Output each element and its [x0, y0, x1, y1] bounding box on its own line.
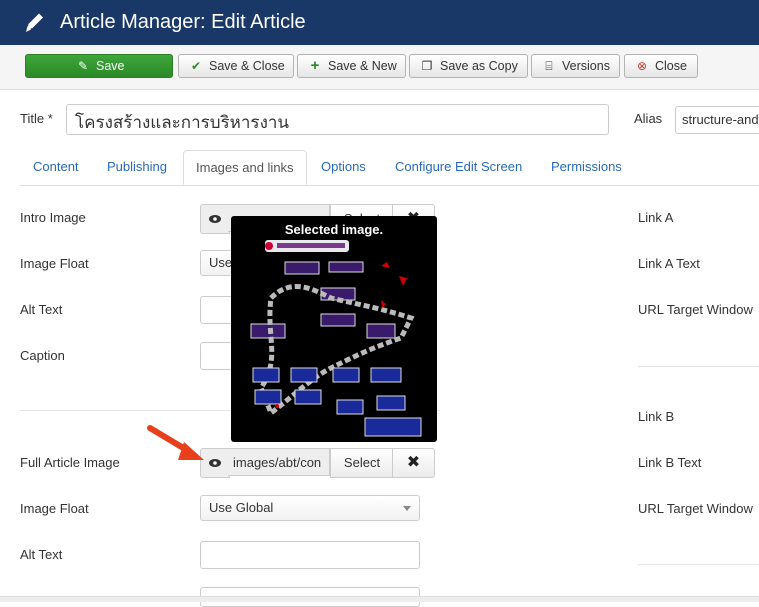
close-button[interactable]: ⊗ Close — [624, 54, 698, 78]
url-target-a-label: URL Target Window — [638, 302, 753, 317]
intro-float-label: Image Float — [20, 256, 89, 271]
archive-icon: ⌸ — [545, 59, 553, 73]
tab-bar: Content Publishing Images and links Opti… — [20, 150, 759, 186]
full-alt-input[interactable] — [200, 541, 420, 569]
tab-images-and-links[interactable]: Images and links — [183, 150, 307, 185]
links-divider — [638, 366, 759, 367]
intro-image-label: Intro Image — [20, 210, 86, 225]
alias-input[interactable]: structure-and — [675, 106, 759, 134]
tab-permissions[interactable]: Permissions — [551, 150, 622, 184]
image-preview — [250, 240, 422, 437]
intro-alt-label: Alt Text — [20, 302, 63, 317]
close-label: Close — [655, 59, 687, 73]
preview-toggle[interactable] — [200, 204, 230, 234]
image-preview-tooltip: Selected image. — [231, 216, 437, 442]
full-alt-label: Alt Text — [20, 547, 63, 562]
full-float-value: Use Global — [209, 500, 274, 515]
plus-icon: + — [310, 57, 320, 74]
tab-content[interactable]: Content — [33, 150, 79, 184]
link-a-text-label: Link A Text — [638, 256, 700, 271]
full-float-label: Image Float — [20, 501, 89, 516]
tooltip-title: Selected image. — [284, 222, 384, 237]
page-header: Article Manager: Edit Article — [0, 0, 759, 45]
checkmark-icon: ✔ — [190, 59, 202, 73]
cancel-icon: ⊗ — [636, 59, 648, 73]
full-image-path[interactable]: images/abt/con — [228, 448, 330, 476]
full-clear-button[interactable]: ✖ — [392, 448, 435, 478]
link-a-label: Link A — [638, 210, 674, 225]
title-label: Title * — [20, 111, 53, 126]
save-new-label: Save & New — [328, 59, 397, 73]
save-label: Save — [96, 59, 125, 73]
pencil-icon — [26, 13, 43, 32]
versions-button[interactable]: ⌸ Versions — [531, 54, 620, 78]
save-copy-button[interactable]: ❐ Save as Copy — [409, 54, 528, 78]
full-image-label: Full Article Image — [20, 455, 120, 470]
close-icon: ✖ — [406, 454, 421, 471]
url-target-b-label: URL Target Window — [638, 501, 753, 516]
versions-label: Versions — [562, 59, 610, 73]
full-float-select[interactable]: Use Global — [200, 495, 420, 521]
copy-icon: ❐ — [421, 59, 433, 73]
tab-options[interactable]: Options — [321, 150, 366, 184]
links-divider-2 — [638, 564, 759, 565]
edit-icon: ✎ — [77, 59, 89, 73]
toolbar: ✎ Save ✔ Save & Close + Save & New ❐ Save as… — [0, 45, 759, 90]
save-copy-label: Save as Copy — [440, 59, 518, 73]
save-close-button[interactable]: ✔ Save & Close — [178, 54, 294, 78]
alias-label: Alias — [634, 111, 663, 126]
eye-icon — [209, 215, 221, 223]
full-select-button[interactable]: Select — [330, 448, 394, 478]
intro-float-value: Use — [209, 255, 233, 270]
chevron-down-icon — [403, 506, 411, 511]
intro-caption-label: Caption — [20, 348, 65, 363]
save-button[interactable]: ✎ Save — [25, 54, 173, 78]
bottom-scrollbar — [0, 596, 759, 602]
tab-configure-edit-screen[interactable]: Configure Edit Screen — [395, 150, 522, 184]
save-close-label: Save & Close — [209, 59, 285, 73]
title-input[interactable]: โครงสร้างและการบริหารงาน — [66, 104, 609, 135]
save-new-button[interactable]: + Save & New — [297, 54, 406, 78]
page-title: Article Manager: Edit Article — [60, 11, 306, 33]
annotation-arrow-icon — [147, 425, 204, 460]
link-b-text-label: Link B Text — [638, 455, 702, 470]
link-b-label: Link B — [638, 409, 675, 424]
tab-publishing[interactable]: Publishing — [107, 150, 167, 184]
